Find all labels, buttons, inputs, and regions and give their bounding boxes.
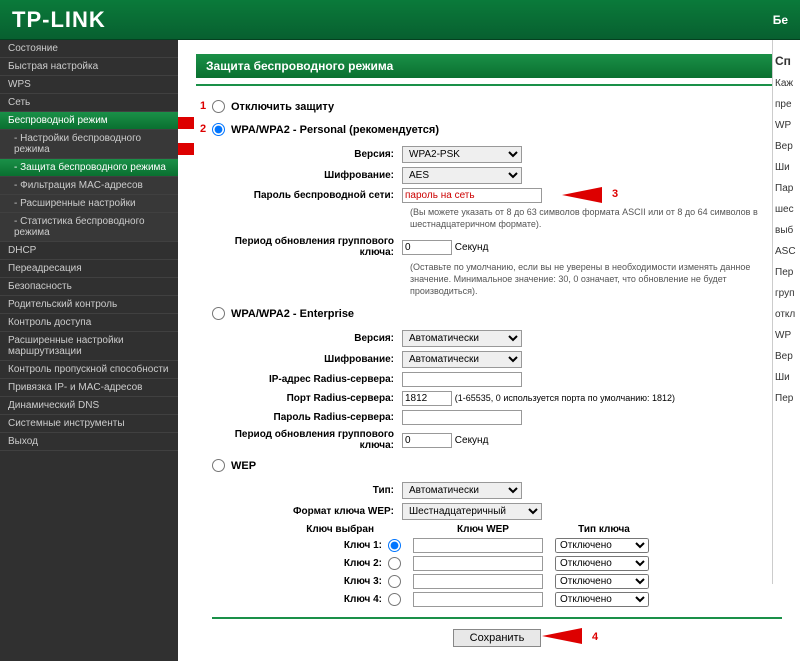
save-button[interactable]: Сохранить <box>453 629 542 647</box>
annotation-3-num: 3 <box>612 188 618 200</box>
right-help-panel: Сп Каж пре WP Вер Ши Пар шес выб ASC Пер… <box>772 40 800 584</box>
annotation-3-arrow <box>562 187 602 203</box>
wep-radio[interactable] <box>212 459 225 472</box>
radius-pwd-input[interactable] <box>402 410 522 425</box>
sidebar-item-17[interactable]: Привязка IP- и MAC-адресов <box>0 379 178 397</box>
sidebar: СостояниеБыстрая настройкаWPSСетьБеспров… <box>0 40 178 661</box>
wep-key2-type[interactable]: Отключено <box>555 556 649 571</box>
title-underline <box>196 84 782 86</box>
sidebar-item-8[interactable]: - Расширенные настройки <box>0 195 178 213</box>
main-panel: Защита беспроводного режима 1 Отключить … <box>178 40 800 661</box>
wpa-enterprise-label: WPA/WPA2 - Enterprise <box>231 308 354 320</box>
wep-key3-radio[interactable] <box>388 575 401 588</box>
version-row: Версия: WPA2-PSK <box>212 146 782 163</box>
annotation-2-num: 2 <box>200 123 206 135</box>
sidebar-item-5[interactable]: - Настройки беспроводного режима <box>0 130 178 159</box>
sidebar-item-19[interactable]: Системные инструменты <box>0 415 178 433</box>
wpa-personal-label: WPA/WPA2 - Personal (рекомендуется) <box>231 124 439 136</box>
wep-key4-radio[interactable] <box>388 593 401 606</box>
sidebar-item-3[interactable]: Сеть <box>0 94 178 112</box>
disable-security-row: 1 Отключить защиту <box>212 100 782 113</box>
sidebar-item-20[interactable]: Выход <box>0 433 178 451</box>
radius-ip-label: IP-адрес Radius-сервера: <box>212 374 402 385</box>
wpa-enterprise-row: WPA/WPA2 - Enterprise <box>212 307 782 320</box>
ent-version-select[interactable]: Автоматически <box>402 330 522 347</box>
encryption-select[interactable]: AES <box>402 167 522 184</box>
sidebar-item-18[interactable]: Динамический DNS <box>0 397 178 415</box>
wep-row: WEP <box>212 459 782 472</box>
gk-note: (Оставьте по умолчанию, если вы не увере… <box>410 262 782 297</box>
password-input[interactable] <box>402 188 542 203</box>
container: СостояниеБыстрая настройкаWPSСетьБеспров… <box>0 40 800 661</box>
wep-label: WEP <box>231 460 256 472</box>
sidebar-item-6[interactable]: - Защита беспроводного режима <box>0 159 178 177</box>
wep-key1-type[interactable]: Отключено <box>555 538 649 553</box>
ent-encryption-select[interactable]: Автоматически <box>402 351 522 368</box>
radius-port-note: (1-65535, 0 используется порта по умолча… <box>455 393 675 403</box>
sidebar-item-11[interactable]: Переадресация <box>0 260 178 278</box>
sidebar-item-12[interactable]: Безопасность <box>0 278 178 296</box>
wpa-personal-row: 2 WPA/WPA2 - Personal (рекомендуется) <box>212 123 782 136</box>
radius-port-input[interactable] <box>402 391 452 406</box>
wep-type-header: Тип ключа <box>554 524 654 535</box>
wep-key3-input[interactable] <box>413 574 543 589</box>
sidebar-item-0[interactable]: Состояние <box>0 40 178 58</box>
version-select[interactable]: WPA2-PSK <box>402 146 522 163</box>
disable-security-radio[interactable] <box>212 100 225 113</box>
wep-table: Ключ выбран Ключ WEP Тип ключа Ключ 1:От… <box>292 524 782 607</box>
sidebar-item-2[interactable]: WPS <box>0 76 178 94</box>
wep-type-select[interactable]: Автоматически <box>402 482 522 499</box>
header: TP-LINK Бе <box>0 0 800 40</box>
wpa-enterprise-radio[interactable] <box>212 307 225 320</box>
annotation-4-num: 4 <box>592 631 598 643</box>
form-section: 1 Отключить защиту 2 WPA/WPA2 - Personal… <box>212 100 782 647</box>
wep-type-label: Тип: <box>212 485 402 496</box>
encryption-row: Шифрование: AES <box>212 167 782 184</box>
annotation-1-num: 1 <box>200 100 206 112</box>
sidebar-item-13[interactable]: Родительский контроль <box>0 296 178 314</box>
annotation-1-marker <box>178 117 194 129</box>
wep-format-label: Формат ключа WEP: <box>212 506 402 517</box>
radius-pwd-label: Пароль Radius-сервера: <box>212 412 402 423</box>
wep-key-header: Ключ WEP <box>412 524 554 535</box>
radius-ip-input[interactable] <box>402 372 522 387</box>
sidebar-item-16[interactable]: Контроль пропускной способности <box>0 361 178 379</box>
sidebar-item-15[interactable]: Расширенные настройки маршрутизации <box>0 332 178 361</box>
sidebar-item-9[interactable]: - Статистика беспроводного режима <box>0 213 178 242</box>
wep-key3-type[interactable]: Отключено <box>555 574 649 589</box>
wep-key1-input[interactable] <box>413 538 543 553</box>
wep-key1-radio[interactable] <box>388 539 401 552</box>
gk-row: Период обновления группового ключа: Секу… <box>212 236 782 258</box>
divider <box>212 617 782 619</box>
sidebar-item-14[interactable]: Контроль доступа <box>0 314 178 332</box>
annotation-4-arrow <box>542 628 582 644</box>
page-title: Защита беспроводного режима <box>196 54 782 78</box>
wpa-personal-radio[interactable] <box>212 123 225 136</box>
header-right-text: Бе <box>773 13 788 27</box>
wep-key2-radio[interactable] <box>388 557 401 570</box>
annotation-2-marker <box>178 143 194 155</box>
disable-security-label: Отключить защиту <box>231 101 334 113</box>
gk-input[interactable] <box>402 240 452 255</box>
wep-format-select[interactable]: Шестнадцатеричный <box>402 503 542 520</box>
password-label: Пароль беспроводной сети: <box>212 190 402 201</box>
wep-key2-input[interactable] <box>413 556 543 571</box>
gk-label: Период обновления группового ключа: <box>212 236 402 258</box>
ent-gk-input[interactable] <box>402 433 452 448</box>
password-note: (Вы можете указать от 8 до 63 символов ф… <box>410 207 782 230</box>
save-row: Сохранить 4 <box>212 629 782 647</box>
sidebar-item-10[interactable]: DHCP <box>0 242 178 260</box>
password-row: Пароль беспроводной сети: 3 <box>212 188 782 203</box>
sidebar-item-4[interactable]: Беспроводной режим <box>0 112 178 130</box>
wep-selected-header: Ключ выбран <box>292 524 412 535</box>
radius-port-label: Порт Radius-сервера: <box>212 393 402 404</box>
wep-key4-input[interactable] <box>413 592 543 607</box>
sidebar-item-7[interactable]: - Фильтрация MAC-адресов <box>0 177 178 195</box>
encryption-label: Шифрование: <box>212 170 402 181</box>
wep-key4-type[interactable]: Отключено <box>555 592 649 607</box>
version-label: Версия: <box>212 149 402 160</box>
logo: TP-LINK <box>12 7 106 33</box>
gk-unit: Секунд <box>455 242 489 253</box>
sidebar-item-1[interactable]: Быстрая настройка <box>0 58 178 76</box>
